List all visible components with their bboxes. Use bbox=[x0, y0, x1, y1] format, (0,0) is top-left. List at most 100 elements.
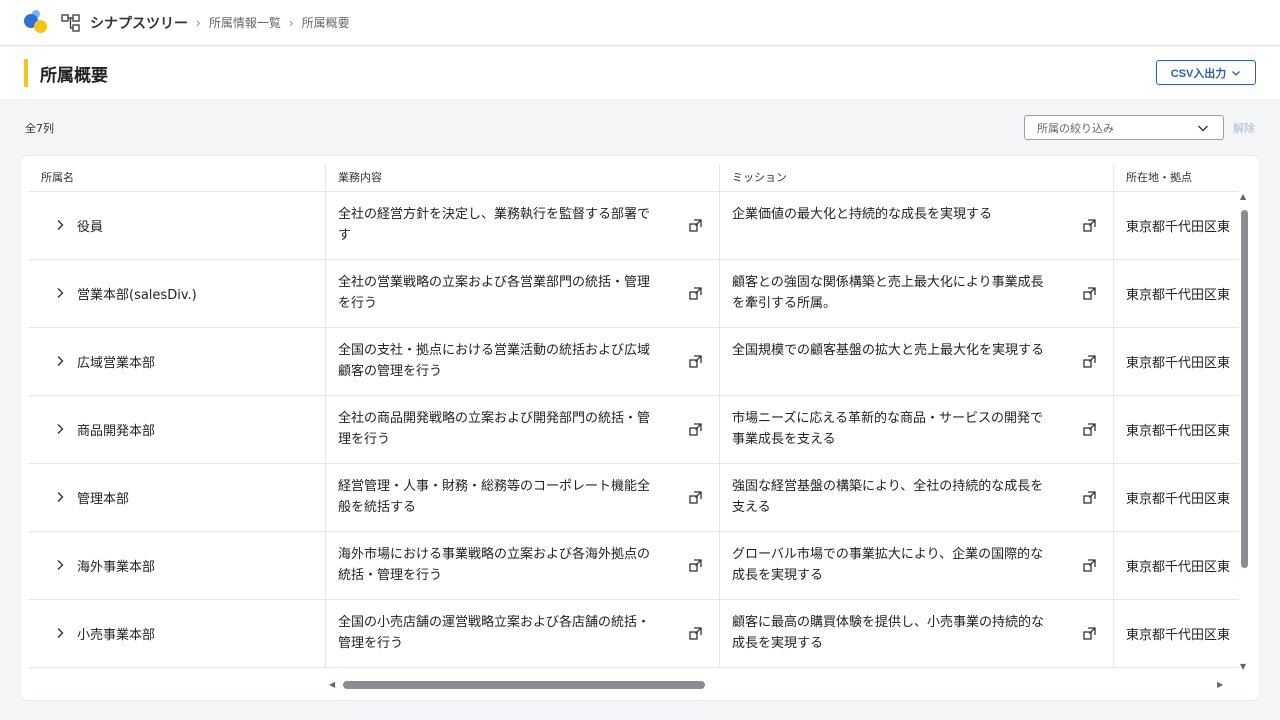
cell-business: 全社の商品開発戦略の立案および開発部門の統括・管理を行う bbox=[325, 396, 719, 464]
clear-filter-link[interactable]: 解除 bbox=[1233, 120, 1255, 136]
department-name[interactable]: 管理本部 bbox=[77, 488, 129, 507]
mission-text: 顧客に最高の購買体験を提供し、小売事業の持続的な成長を実現する bbox=[732, 615, 1045, 651]
cell-mission: 全国規模での顧客基盤の拡大と売上最大化を実現する bbox=[719, 328, 1113, 396]
cell-business: 全社の営業戦略の立案および各営業部門の統括・管理を行う bbox=[325, 260, 719, 328]
cell-business: 全国の支社・拠点における営業活動の統括および広域顧客の管理を行う bbox=[325, 328, 719, 396]
column-header-mission: ミッション bbox=[719, 164, 1113, 192]
cell-location: 東京都千代田区東 bbox=[1113, 328, 1239, 396]
title-accent-bar bbox=[24, 59, 28, 87]
mission-text: 全国規模での顧客基盤の拡大と売上最大化を実現する bbox=[732, 343, 1045, 358]
cell-location: 東京都千代田区東 bbox=[1113, 532, 1239, 600]
column-header-name: 所属名 bbox=[41, 171, 74, 184]
breadcrumb-item-list[interactable]: 所属情報一覧 bbox=[209, 14, 281, 31]
table-row[interactable]: 小売事業本部 全国の小売店舗の運営戦略立案および各店舗の統括・管理を行う 顧客に最高… bbox=[29, 600, 1239, 668]
department-table-card: 所属名 業務内容 ミッション 所在地・拠点 役員 全社の経営方針を決定し、業務執行… bbox=[20, 155, 1260, 701]
cell-location: 東京都千代田区東 bbox=[1113, 464, 1239, 532]
department-name[interactable]: 営業本部(salesDiv.) bbox=[77, 284, 197, 303]
vertical-scrollbar-thumb[interactable] bbox=[1241, 210, 1248, 568]
chevron-down-icon bbox=[1232, 70, 1241, 76]
mission-text: 企業価値の最大化と持続的な成長を実現する bbox=[732, 207, 993, 222]
external-link-icon[interactable] bbox=[688, 626, 703, 641]
mission-text: 市場ニーズに応える革新的な商品・サービスの開発で事業成長を支える bbox=[732, 411, 1043, 447]
external-link-icon[interactable] bbox=[688, 558, 703, 573]
table-row[interactable]: 商品開発本部 全社の商品開発戦略の立案および開発部門の統括・管理を行う 市場ニーズに… bbox=[29, 396, 1239, 464]
table-row[interactable]: 広域営業本部 全国の支社・拠点における営業活動の統括および広域顧客の管理を行う 全国… bbox=[29, 328, 1239, 396]
scroll-up-arrow[interactable]: ▲ bbox=[1240, 192, 1246, 201]
row-count-label: 全7列 bbox=[25, 122, 54, 135]
external-link-icon[interactable] bbox=[688, 422, 703, 437]
chevron-right-icon[interactable] bbox=[53, 286, 67, 300]
column-header-location: 所在地・拠点 bbox=[1113, 164, 1239, 192]
external-link-icon[interactable] bbox=[1082, 286, 1097, 301]
chevron-right-icon[interactable] bbox=[53, 558, 67, 572]
department-name[interactable]: 役員 bbox=[77, 216, 103, 235]
table-row[interactable]: 管理本部 経営管理・人事・財務・総務等のコーポレート機能全般を統括する 強固な経営基… bbox=[29, 464, 1239, 532]
cell-name: 役員 bbox=[29, 192, 325, 260]
column-header-business: 業務内容 bbox=[325, 164, 719, 192]
cell-mission: グローバル市場での事業拡大により、企業の国際的な成長を実現する bbox=[719, 532, 1113, 600]
department-filter-select[interactable]: 所属の絞り込み bbox=[1024, 115, 1224, 140]
external-link-icon[interactable] bbox=[1082, 218, 1097, 233]
external-link-icon[interactable] bbox=[1082, 422, 1097, 437]
cell-location: 東京都千代田区東 bbox=[1113, 192, 1239, 260]
external-link-icon[interactable] bbox=[688, 218, 703, 233]
app-logo[interactable] bbox=[24, 9, 50, 36]
chevron-right-icon[interactable] bbox=[53, 354, 67, 368]
table-row[interactable]: 営業本部(salesDiv.) 全社の営業戦略の立案および各営業部門の統括・管理を… bbox=[29, 260, 1239, 328]
csv-io-button[interactable]: CSV入出力 bbox=[1156, 60, 1256, 85]
hierarchy-icon bbox=[61, 13, 80, 32]
external-link-icon[interactable] bbox=[688, 286, 703, 301]
horizontal-scrollbar-thumb[interactable] bbox=[343, 681, 705, 689]
business-text: 経営管理・人事・財務・総務等のコーポレート機能全般を統括する bbox=[338, 479, 651, 515]
mission-text: 顧客との強固な関係構築と売上最大化により事業成長を牽引する所属。 bbox=[732, 275, 1044, 311]
department-filter-placeholder: 所属の絞り込み bbox=[1037, 121, 1114, 135]
cell-name: 営業本部(salesDiv.) bbox=[29, 260, 325, 328]
chevron-right-icon[interactable] bbox=[53, 626, 67, 640]
cell-name: 小売事業本部 bbox=[29, 600, 325, 668]
cell-mission: 企業価値の最大化と持続的な成長を実現する bbox=[719, 192, 1113, 260]
chevron-down-icon bbox=[1198, 125, 1208, 132]
horizontal-scrollbar[interactable]: ◀ ▶ bbox=[327, 678, 1233, 692]
chevron-right-icon[interactable] bbox=[53, 490, 67, 504]
csv-io-button-label: CSV入出力 bbox=[1170, 67, 1227, 80]
department-name[interactable]: 小売事業本部 bbox=[77, 624, 155, 643]
cell-business: 全社の経営方針を決定し、業務執行を監督する部署です bbox=[325, 192, 719, 260]
scroll-left-arrow[interactable]: ◀ bbox=[329, 680, 335, 689]
external-link-icon[interactable] bbox=[1082, 558, 1097, 573]
page-title: 所属概要 bbox=[40, 66, 108, 86]
business-text: 全社の営業戦略の立案および各営業部門の統括・管理を行う bbox=[338, 275, 651, 311]
cell-location: 東京都千代田区東 bbox=[1113, 260, 1239, 328]
scroll-right-arrow[interactable]: ▶ bbox=[1217, 680, 1223, 689]
cell-mission: 顧客に最高の購買体験を提供し、小売事業の持続的な成長を実現する bbox=[719, 600, 1113, 668]
vertical-scrollbar[interactable]: ▲ ▼ bbox=[1238, 192, 1250, 672]
chevron-right-icon[interactable] bbox=[53, 218, 67, 232]
cell-mission: 市場ニーズに応える革新的な商品・サービスの開発で事業成長を支える bbox=[719, 396, 1113, 464]
location-text: 東京都千代田区東 bbox=[1126, 220, 1231, 235]
external-link-icon[interactable] bbox=[688, 354, 703, 369]
app-name[interactable]: シナプスツリー bbox=[90, 13, 188, 33]
external-link-icon[interactable] bbox=[1082, 626, 1097, 641]
external-link-icon[interactable] bbox=[1082, 354, 1097, 369]
location-text: 東京都千代田区東 bbox=[1126, 560, 1231, 575]
department-name[interactable]: 広域営業本部 bbox=[77, 352, 155, 371]
department-name[interactable]: 商品開発本部 bbox=[77, 420, 155, 439]
cell-business: 全国の小売店舗の運営戦略立案および各店舗の統括・管理を行う bbox=[325, 600, 719, 668]
external-link-icon[interactable] bbox=[1082, 490, 1097, 505]
business-text: 全社の経営方針を決定し、業務執行を監督する部署です bbox=[338, 207, 651, 243]
department-name[interactable]: 海外事業本部 bbox=[77, 556, 155, 575]
table-row[interactable]: 海外事業本部 海外市場における事業戦略の立案および各海外拠点の統括・管理を行う グロ… bbox=[29, 532, 1239, 600]
location-text: 東京都千代田区東 bbox=[1126, 628, 1231, 643]
table-row[interactable]: 役員 全社の経営方針を決定し、業務執行を監督する部署です 企業価値の最大化と持続的な… bbox=[29, 192, 1239, 260]
mission-text: グローバル市場での事業拡大により、企業の国際的な成長を実現する bbox=[732, 547, 1044, 583]
business-text: 全国の支社・拠点における営業活動の統括および広域顧客の管理を行う bbox=[338, 343, 651, 379]
external-link-icon[interactable] bbox=[688, 490, 703, 505]
cell-name: 管理本部 bbox=[29, 464, 325, 532]
chevron-right-icon[interactable] bbox=[53, 422, 67, 436]
cell-name: 広域営業本部 bbox=[29, 328, 325, 396]
location-text: 東京都千代田区東 bbox=[1126, 356, 1231, 371]
table-header: 所属名 業務内容 ミッション 所在地・拠点 bbox=[29, 164, 1239, 192]
business-text: 全国の小売店舗の運営戦略立案および各店舗の統括・管理を行う bbox=[338, 615, 651, 651]
cell-mission: 顧客との強固な関係構築と売上最大化により事業成長を牽引する所属。 bbox=[719, 260, 1113, 328]
cell-name: 商品開発本部 bbox=[29, 396, 325, 464]
scroll-down-arrow[interactable]: ▼ bbox=[1240, 662, 1246, 671]
